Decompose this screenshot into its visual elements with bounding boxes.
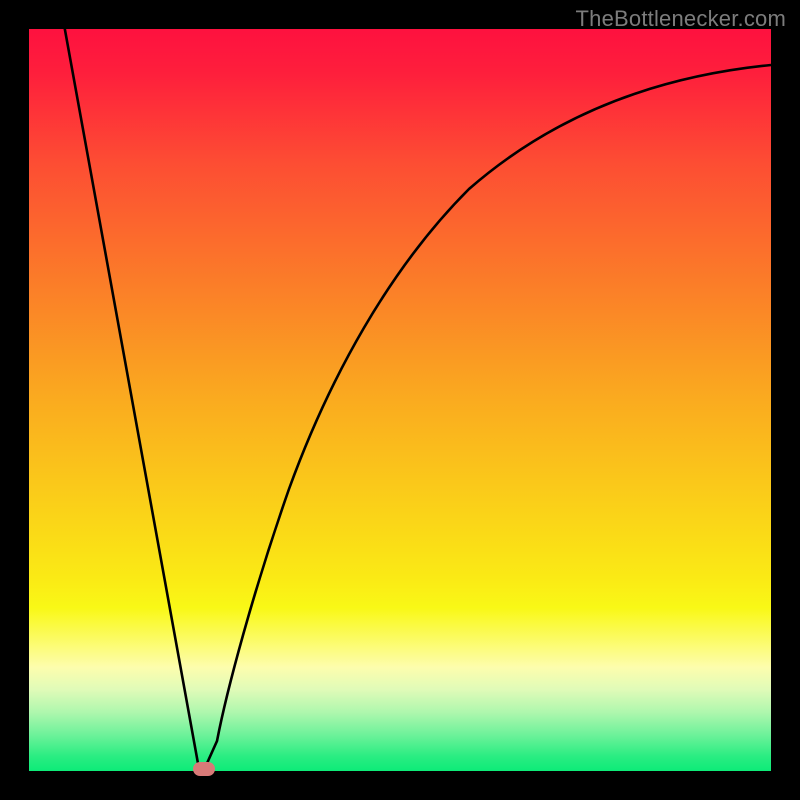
chart-frame: TheBottlenecker.com [0, 0, 800, 800]
optimal-point-marker [193, 762, 215, 776]
watermark-text: TheBottlenecker.com [576, 6, 786, 32]
plot-area [29, 29, 771, 771]
bottleneck-curve [29, 29, 771, 771]
curve-path [63, 19, 771, 770]
